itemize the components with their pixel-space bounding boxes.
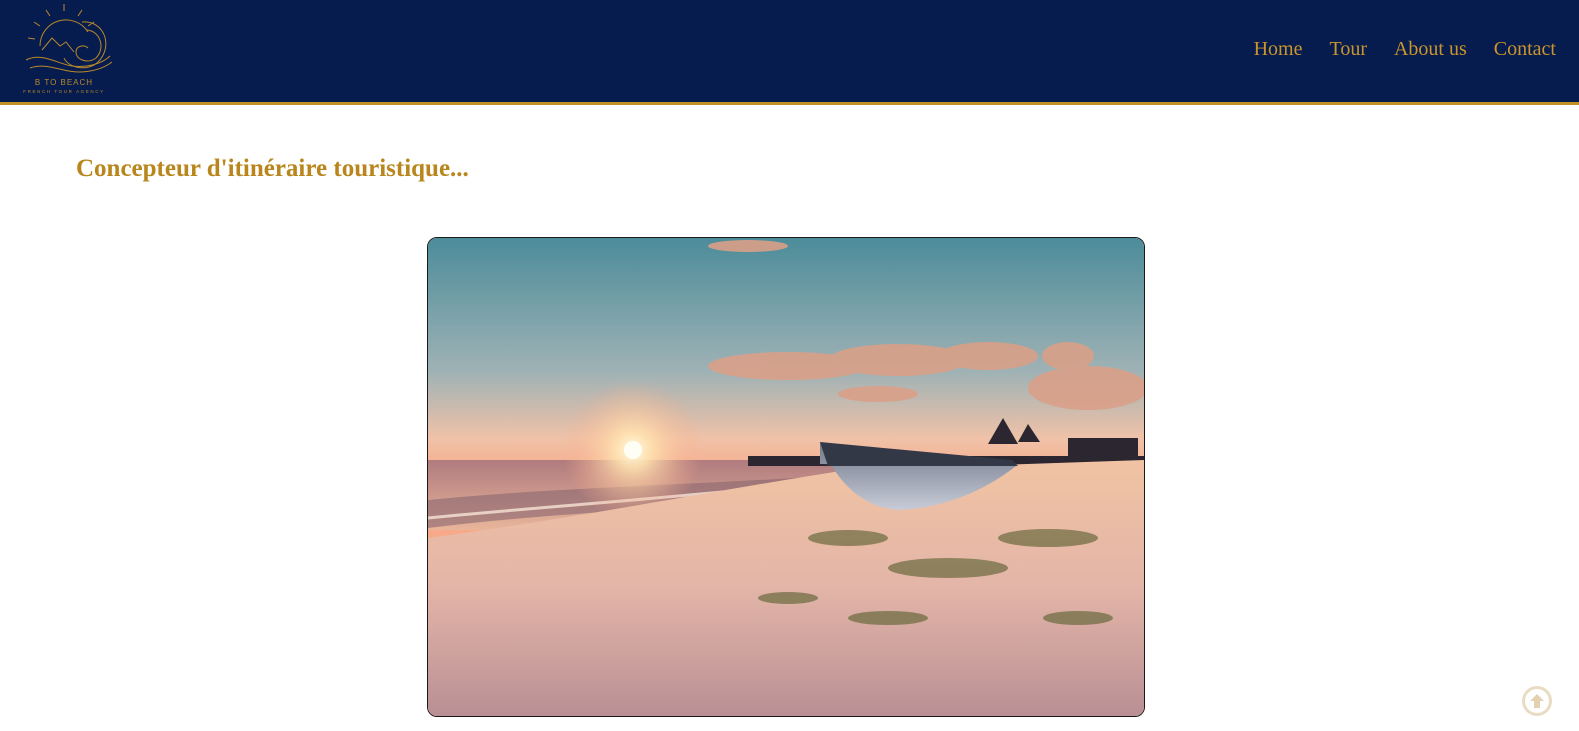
beach-sunset-photo [428,238,1144,716]
nav-contact-link[interactable]: Contact [1494,38,1556,61]
hero-image [427,237,1145,717]
page-title: Concepteur d'itinéraire touristique... [76,155,469,182]
arrow-up-circle-icon [1525,689,1549,713]
scroll-to-top-button[interactable] [1522,686,1552,716]
nav-about-link[interactable]: About us [1394,38,1467,61]
logo-name: B TO BEACH [34,78,94,87]
sun-wave-logo-icon [25,4,113,73]
nav-tour-link[interactable]: Tour [1330,38,1367,61]
site-logo[interactable]: B TO BEACH FRENCH TOUR AGENCY [12,2,116,100]
main-nav: Home Tour About us Contact [1254,38,1556,61]
nav-home-link[interactable]: Home [1254,38,1303,61]
site-header: B TO BEACH FRENCH TOUR AGENCY Home Tour … [0,0,1579,105]
logo-tagline: FRENCH TOUR AGENCY [23,89,105,94]
